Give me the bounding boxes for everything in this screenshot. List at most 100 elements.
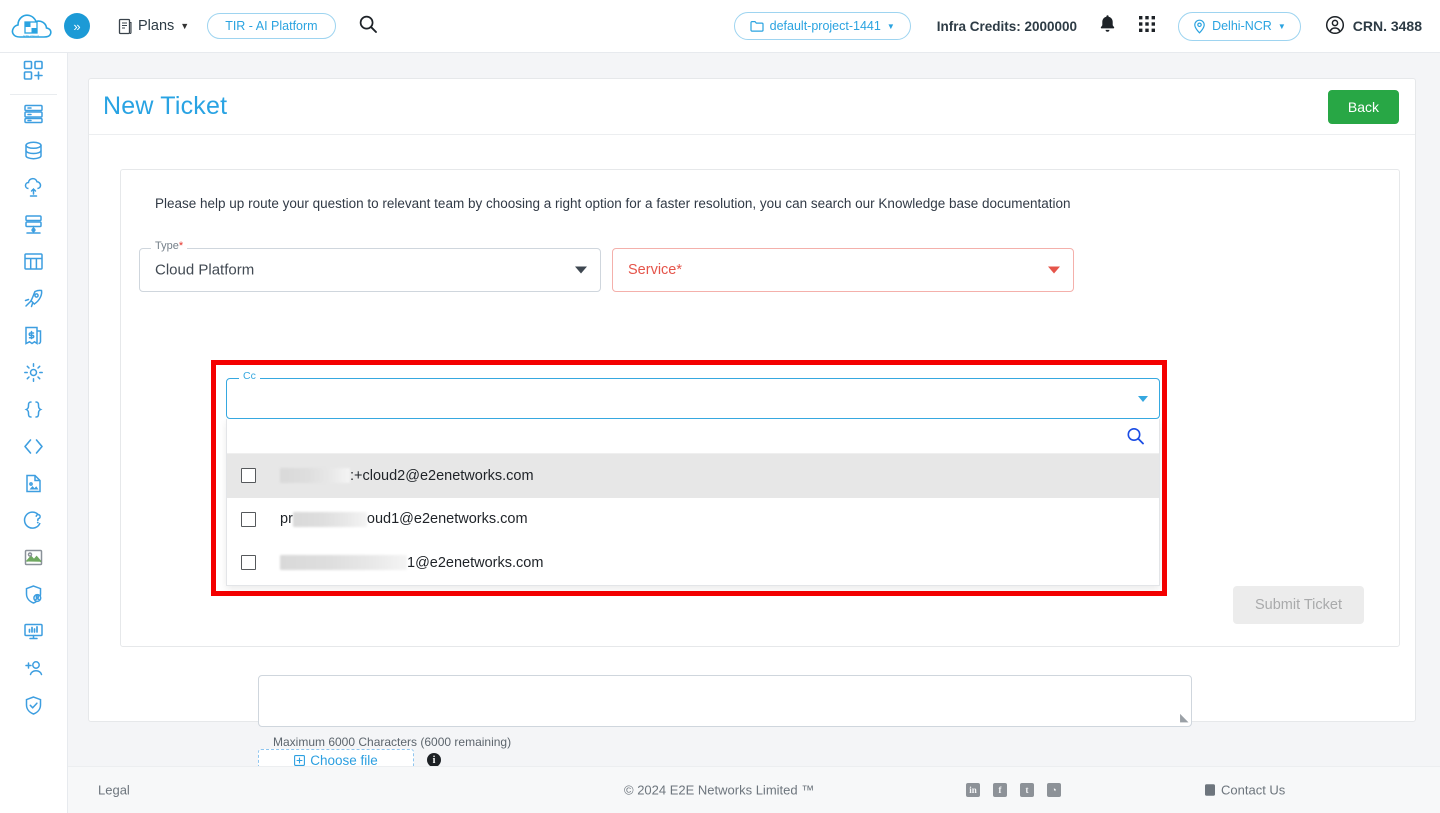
chevron-down-icon (1138, 395, 1148, 402)
plans-icon (117, 18, 133, 35)
folder-icon (750, 20, 764, 32)
resize-grip-icon[interactable]: ◢ (1180, 712, 1188, 724)
header-search-button[interactable] (358, 14, 378, 39)
submit-ticket-button[interactable]: Submit Ticket (1232, 586, 1364, 624)
facebook-icon[interactable]: f (993, 783, 1007, 797)
plus-box-icon (294, 755, 306, 766)
footer-contact-us[interactable]: Contact Us (1204, 783, 1285, 798)
gear-icon (23, 362, 44, 388)
sidebar-item-docs[interactable] (0, 467, 67, 504)
apps-grid-button[interactable] (1138, 15, 1156, 38)
project-selector[interactable]: default-project-1441 ▼ (733, 12, 911, 40)
sidebar-item-cloud[interactable] (0, 171, 67, 208)
checkbox-icon[interactable] (241, 468, 256, 484)
page-footer: Legal © 2024 E2E Networks Limited ™ in f… (68, 766, 1440, 813)
sidebar-item-database[interactable] (0, 134, 67, 171)
tir-ai-platform-button[interactable]: TIR - AI Platform (207, 13, 336, 39)
linkedin-icon[interactable]: in (966, 783, 980, 797)
service-select[interactable]: Service* (612, 248, 1074, 292)
type-label: Type* (151, 241, 188, 252)
sidebar-expand-button[interactable]: » (64, 13, 90, 39)
region-label: Delhi-NCR (1212, 19, 1272, 33)
cc-option-1[interactable]: pr oud1@e2enetworks.com (227, 498, 1159, 542)
monitor-chart-icon (23, 621, 44, 647)
checkbox-icon[interactable] (241, 511, 256, 527)
rss-icon[interactable]: ◔ (1047, 783, 1061, 797)
cc-option-0[interactable]: :+cloud2@e2enetworks.com (227, 454, 1159, 498)
page-title: New Ticket (103, 92, 228, 120)
character-counter: Maximum 6000 Characters (6000 remaining) (273, 735, 512, 749)
document-image-icon (23, 473, 44, 499)
table-grid-icon (23, 251, 44, 277)
sidebar-item-settings[interactable] (0, 356, 67, 393)
sidebar-item-support[interactable] (0, 504, 67, 541)
curly-braces-icon (23, 399, 44, 425)
redacted-text (280, 555, 407, 571)
search-icon (358, 14, 378, 39)
notifications-button[interactable] (1099, 14, 1116, 38)
twitter-icon[interactable]: t (1020, 783, 1034, 797)
choose-file-button[interactable]: Choose file (258, 749, 414, 766)
sidebar-item-api[interactable] (0, 393, 67, 430)
plans-menu[interactable]: Plans ▼ (117, 18, 189, 35)
cc-combobox: Cc :+cloud2@e2enetworks.com pr oud1@e2en… (226, 371, 1160, 586)
shield-user-icon (23, 584, 44, 610)
infra-credits: Infra Credits: 2000000 (936, 18, 1078, 34)
brand-logo[interactable]: E2E Cloud (0, 10, 62, 42)
chevron-down-icon (1048, 266, 1060, 274)
new-ticket-card: New Ticket Back Please help up route you… (88, 78, 1416, 766)
type-select[interactable]: Type* Cloud Platform (139, 241, 601, 292)
cc-search-row (227, 419, 1159, 454)
rocket-icon (23, 288, 44, 314)
footer-copyright: © 2024 E2E Networks Limited ™ (624, 782, 815, 798)
sidebar-item-monitoring[interactable] (0, 615, 67, 652)
angle-brackets-icon (23, 436, 44, 462)
cloud-upload-icon (23, 177, 44, 203)
sidebar-item-add-user[interactable] (0, 652, 67, 689)
cc-option-2[interactable]: 1@e2enetworks.com (227, 541, 1159, 585)
cc-search-input[interactable] (227, 419, 1159, 453)
add-user-icon (23, 658, 44, 684)
checkbox-icon[interactable] (241, 555, 256, 571)
cc-option-label: :+cloud2@e2enetworks.com (280, 468, 534, 484)
server-network-icon (23, 214, 44, 240)
cc-option-label: 1@e2enetworks.com (280, 555, 543, 571)
sidebar-item-network[interactable] (0, 208, 67, 245)
sidebar-item-compute[interactable] (0, 97, 67, 134)
chevron-down-icon: ▼ (180, 21, 190, 31)
cloud-logo-icon: E2E Cloud (10, 10, 52, 42)
description-textarea[interactable]: ◢ (258, 675, 1192, 727)
sidebar-item-billing[interactable] (0, 319, 67, 356)
redacted-text (280, 468, 350, 484)
dashboard-add-icon (23, 60, 44, 86)
sidebar-item-iam[interactable] (0, 578, 67, 615)
left-sidebar (0, 53, 68, 813)
search-icon[interactable] (1126, 427, 1145, 446)
cc-dropdown-menu: :+cloud2@e2enetworks.com pr oud1@e2enetwo… (226, 419, 1160, 586)
sidebar-divider (10, 94, 57, 95)
sidebar-item-code[interactable] (0, 430, 67, 467)
chevron-double-right-icon: » (73, 18, 81, 34)
sidebar-item-launch[interactable] (0, 282, 67, 319)
account-menu[interactable]: CRN. 3488 (1325, 15, 1422, 38)
project-label: default-project-1441 (769, 19, 881, 33)
sidebar-item-security[interactable] (0, 689, 67, 726)
back-button[interactable]: Back (1327, 89, 1399, 124)
image-icon (23, 547, 44, 573)
top-header: E2E Cloud » Plans ▼ TIR - AI Platform de… (0, 0, 1440, 53)
location-pin-icon (1193, 19, 1206, 34)
chevron-down-icon: ▼ (886, 21, 895, 31)
account-label: CRN. 3488 (1352, 18, 1422, 34)
page-content: New Ticket Back Please help up route you… (68, 53, 1440, 766)
region-selector[interactable]: Delhi-NCR ▼ (1178, 11, 1301, 41)
info-icon[interactable]: i (427, 753, 441, 766)
header-right-group: default-project-1441 ▼ Infra Credits: 20… (733, 11, 1440, 41)
user-account-icon (1325, 15, 1345, 38)
footer-legal-link[interactable]: Legal (98, 783, 130, 798)
sidebar-item-storage[interactable] (0, 245, 67, 282)
redacted-text (292, 511, 367, 527)
sidebar-item-images[interactable] (0, 541, 67, 578)
cc-input-field[interactable]: Cc (226, 371, 1160, 419)
sidebar-item-dashboard[interactable] (0, 53, 67, 93)
cc-option-label: pr oud1@e2enetworks.com (280, 511, 528, 528)
